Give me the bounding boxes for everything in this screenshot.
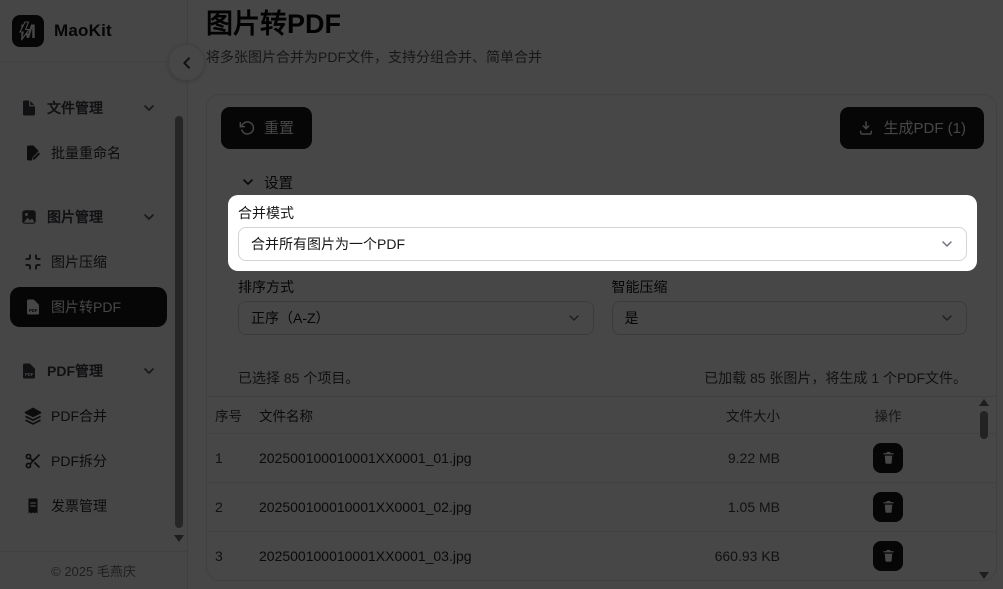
tour-overlay[interactable] [0,0,1003,589]
merge-mode-field-highlighted: 合并模式 合并所有图片为一个PDF [228,194,977,271]
merge-mode-select[interactable]: 合并所有图片为一个PDF [238,226,967,261]
chevron-down-icon [942,240,952,247]
merge-mode-label: 合并模式 [238,204,294,221]
